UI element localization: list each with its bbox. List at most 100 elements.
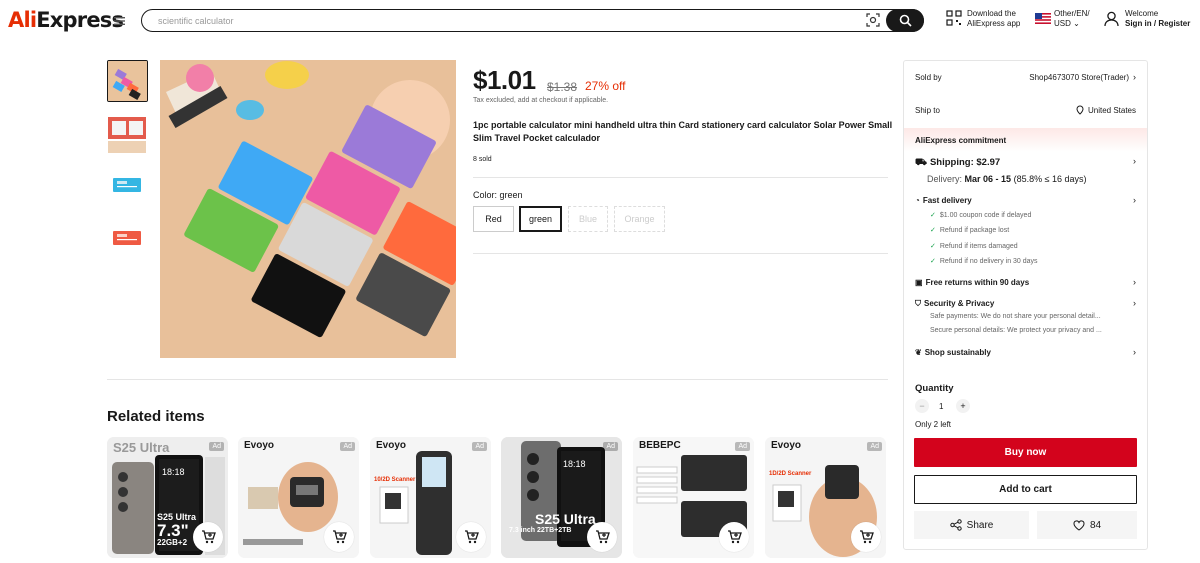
item-caption: 7.3 inch 22TB+2TB xyxy=(509,527,572,534)
color-option-red[interactable]: Red xyxy=(473,206,514,232)
item-brand: Evoyo xyxy=(244,440,275,451)
item-brand: BEBEPC xyxy=(639,440,681,451)
quantity-increase-button[interactable]: + xyxy=(956,399,970,413)
chevron-right-icon: › xyxy=(1133,195,1136,205)
thumbnail-2[interactable] xyxy=(107,113,148,155)
add-to-cart-icon[interactable] xyxy=(324,522,354,552)
header: AliExpress Download theAliExpress app Ot… xyxy=(0,0,1200,40)
security-title: Security & Privacy xyxy=(924,299,995,308)
ship-to-label: Ship to xyxy=(915,106,940,115)
fast-delivery-row[interactable]: ◔ Fast delivery xyxy=(915,196,972,205)
quantity-decrease-button[interactable]: − xyxy=(915,399,929,413)
check-icon: ✓ xyxy=(930,243,936,250)
ship-to-country: United States xyxy=(1087,106,1136,115)
delivery-row: Delivery: Mar 06 - 15 (85.8% ≤ 16 days) xyxy=(927,174,1087,184)
shipping-cost: Shipping: $2.97 xyxy=(929,157,1001,168)
delivery-dates: Mar 06 - 15 xyxy=(964,174,1012,184)
download-line1: Download the xyxy=(967,9,1016,18)
item-caption: 1D/2D Scanner xyxy=(769,471,812,477)
color-option-orange[interactable]: Orange xyxy=(614,206,665,232)
check-icon: ✓ xyxy=(930,227,936,234)
fast-delivery-item-text: Refund if package lost xyxy=(939,227,1010,234)
wishlist-button[interactable]: 84 xyxy=(1037,511,1137,539)
price: $1.01 xyxy=(473,65,536,95)
fast-delivery-item: ✓ Refund if items damaged xyxy=(930,242,1018,250)
store-link[interactable]: Shop4673070 Store(Trader) xyxy=(1029,73,1129,82)
color-option-blue[interactable]: Blue xyxy=(568,206,608,232)
thumbnail-4[interactable] xyxy=(107,219,148,261)
truck-icon: ⛟ xyxy=(915,157,927,168)
product-title: 1pc portable calculator mini handheld ul… xyxy=(473,120,893,143)
delivery-note: (85.8% ≤ 16 days) xyxy=(1013,174,1087,184)
buy-now-button[interactable]: Buy now xyxy=(914,438,1137,467)
location-pin-icon xyxy=(1076,105,1084,115)
add-to-cart-icon[interactable] xyxy=(456,522,486,552)
item-brand: S25 Ultra xyxy=(113,440,170,455)
free-returns-row[interactable]: ▣ Free returns within 90 days xyxy=(915,278,1029,287)
related-item-4[interactable]: 18:18 S25 Ultra 7.3 inch 22TB+2TB Ad xyxy=(501,437,622,558)
main-product-image[interactable] xyxy=(160,60,456,358)
related-items-title: Related items xyxy=(107,408,205,425)
quantity-label: Quantity xyxy=(915,383,954,394)
ad-badge: Ad xyxy=(735,442,750,451)
download-line2: AliExpress app xyxy=(967,19,1021,28)
search-button[interactable] xyxy=(886,8,924,32)
add-to-cart-icon[interactable] xyxy=(851,522,881,552)
ad-badge: Ad xyxy=(603,442,618,451)
us-flag-icon xyxy=(1035,13,1051,24)
thumbnail-3[interactable] xyxy=(107,166,148,208)
related-item-3[interactable]: Evoyo 10/2D Scanner Ad xyxy=(370,437,491,558)
locale-line1: Other/EN/ xyxy=(1054,9,1090,18)
chevron-right-icon: › xyxy=(1133,347,1136,357)
divider xyxy=(473,177,888,178)
heart-icon xyxy=(1073,519,1085,531)
free-returns-title: Free returns within 90 days xyxy=(925,278,1030,287)
search-icon xyxy=(899,14,912,27)
sign-in-link: Sign in / Register xyxy=(1125,19,1191,28)
ship-to-value[interactable]: United States xyxy=(1076,105,1136,115)
image-search-icon[interactable] xyxy=(866,13,880,27)
related-item-1[interactable]: S25 Ultra 18:18 S25 Ultra 7.3" 22GB+2 Ad xyxy=(107,437,228,558)
share-button[interactable]: Share xyxy=(914,511,1029,539)
add-to-cart-icon[interactable] xyxy=(587,522,617,552)
search-input[interactable] xyxy=(158,13,838,28)
fast-delivery-item: ✓ Refund if package lost xyxy=(930,226,1009,234)
add-to-cart-button[interactable]: Add to cart xyxy=(914,475,1137,504)
fast-delivery-title: Fast delivery xyxy=(922,196,972,205)
discount-badge: 27% off xyxy=(585,79,626,93)
color-label: Color: green xyxy=(473,190,523,200)
currency: USD xyxy=(1054,19,1071,28)
related-item-6[interactable]: Evoyo 1D/2D Scanner Ad xyxy=(765,437,886,558)
security-item: Secure personal details: We protect your… xyxy=(930,327,1102,334)
stock-note: Only 2 left xyxy=(915,420,952,429)
menu-icon[interactable] xyxy=(110,12,128,30)
add-to-cart-icon[interactable] xyxy=(719,522,749,552)
ad-badge: Ad xyxy=(867,442,882,451)
item-caption: 22GB+2 xyxy=(157,538,188,547)
purchase-panel: Sold by Shop4673070 Store(Trader) › Ship… xyxy=(903,60,1148,550)
color-option-green[interactable]: green xyxy=(519,206,562,232)
item-brand: Evoyo xyxy=(771,440,802,451)
item-caption: S25 Ultra xyxy=(535,511,596,527)
related-item-2[interactable]: Evoyo Ad xyxy=(238,437,359,558)
shipping-row[interactable]: ⛟ Shipping: $2.97 xyxy=(915,157,1000,169)
fast-delivery-item-text: $1.00 coupon code if delayed xyxy=(939,212,1032,219)
related-item-5[interactable]: BEBEPC Ad xyxy=(633,437,754,558)
ad-badge: Ad xyxy=(209,442,224,451)
check-icon: ✓ xyxy=(930,212,936,219)
divider xyxy=(107,379,888,380)
sustainably-title: Shop sustainably xyxy=(924,348,991,357)
add-to-cart-icon[interactable] xyxy=(193,522,223,552)
thumbnail-1[interactable] xyxy=(107,60,148,102)
welcome-text: Welcome xyxy=(1125,9,1159,18)
security-row[interactable]: ⛉ Security & Privacy xyxy=(915,299,994,309)
clock-icon: ◔ xyxy=(915,196,920,205)
aliexpress-logo[interactable]: AliExpress xyxy=(8,8,124,32)
shield-icon: ⛉ xyxy=(915,299,921,308)
divider xyxy=(473,253,888,254)
sustainably-row[interactable]: ❦ Shop sustainably xyxy=(915,348,991,357)
ad-badge: Ad xyxy=(340,442,355,451)
ad-badge: Ad xyxy=(472,442,487,451)
likes-count: 84 xyxy=(1089,519,1102,531)
quantity-value[interactable]: 1 xyxy=(939,402,943,411)
